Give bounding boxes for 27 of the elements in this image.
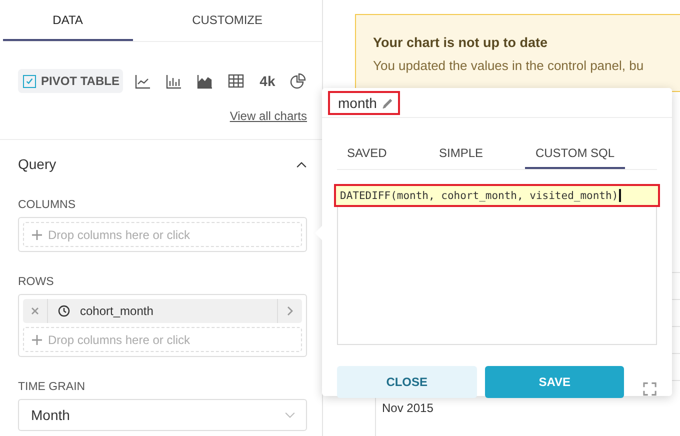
chevron-down-icon <box>284 412 296 418</box>
panel-tab[interactable]: DATA <box>3 0 133 41</box>
warning-message: You updated the values in the control panel, bu <box>373 58 645 73</box>
sql-editor[interactable]: DATEDIFF(month, cohort_month, visited_month) <box>337 184 657 345</box>
panel-tab[interactable]: CUSTOMIZE <box>132 0 322 41</box>
view-all-charts-link[interactable]: View all charts <box>230 109 307 123</box>
popover-tab[interactable]: SIMPLE <box>429 138 525 169</box>
section-title: Query <box>18 156 56 172</box>
field-label: TIME GRAIN <box>18 381 86 393</box>
column-name: cohort_month <box>80 304 154 318</box>
metric-title[interactable]: month <box>328 91 400 115</box>
big-number-button[interactable]: 4k <box>256 73 278 89</box>
table-cell-text: Nov 2015 <box>381 400 434 417</box>
field-label: ROWS <box>18 276 55 288</box>
popover-tab[interactable]: SAVED <box>337 138 429 169</box>
pencil-icon[interactable] <box>380 96 394 110</box>
field-label: COLUMNS <box>18 199 77 211</box>
warning-title: Your chart is not up to date <box>373 35 549 50</box>
close-button[interactable]: CLOSE <box>337 366 477 398</box>
expand-icon[interactable] <box>643 382 658 396</box>
collapse-icon[interactable] <box>296 160 307 168</box>
clock-icon <box>58 305 70 317</box>
plus-icon <box>32 230 42 240</box>
plus-icon <box>32 334 42 344</box>
time-grain-select[interactable]: Month <box>18 399 307 431</box>
popover-tab[interactable]: CUSTOM SQL <box>525 138 625 169</box>
chart-type-button[interactable]: PIVOT TABLE <box>18 69 124 93</box>
